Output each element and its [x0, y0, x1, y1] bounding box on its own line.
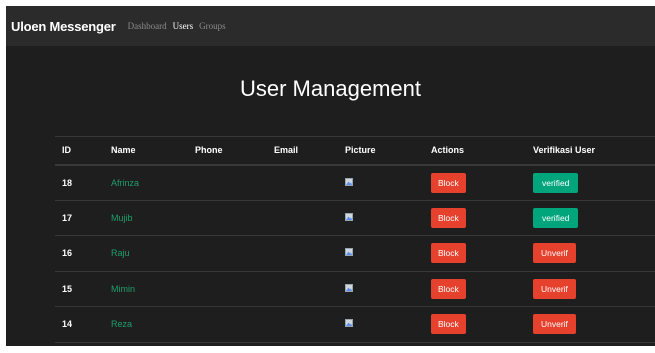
unverif-button[interactable]: Unverif	[533, 314, 576, 335]
brand-logo[interactable]: Uloen Messenger	[11, 19, 116, 34]
cell-email	[274, 236, 345, 272]
cell-id: 18	[62, 177, 73, 188]
cell-id: 14	[62, 319, 73, 330]
navbar: Uloen Messenger Dashboard Users Groups	[6, 6, 655, 46]
column-header-email: Email	[274, 145, 299, 156]
column-header-phone: Phone	[195, 145, 223, 156]
cell-id: 15	[62, 283, 73, 294]
broken-image-icon	[345, 212, 353, 221]
broken-image-icon	[345, 283, 353, 292]
table-row: 15 Mimin Block Unverif	[55, 271, 655, 307]
app-window: Uloen Messenger Dashboard Users Groups U…	[6, 6, 655, 346]
table-row: 17 Mujib Block verified	[55, 200, 655, 236]
table-row: 16 Raju Block Unverif	[55, 236, 655, 272]
user-name-link[interactable]: Mujib	[111, 213, 133, 223]
broken-image-icon	[345, 319, 353, 328]
users-table: ID Name Phone Email Picture Actions Veri…	[55, 136, 655, 343]
block-button[interactable]: Block	[431, 207, 466, 228]
block-button[interactable]: Block	[431, 314, 466, 335]
cell-id: 16	[62, 248, 73, 259]
column-header-name: Name	[111, 145, 136, 156]
broken-image-icon	[345, 248, 353, 257]
column-header-actions: Actions	[431, 145, 465, 156]
table-row: 14 Reza Block Unverif	[55, 307, 655, 343]
cell-phone	[195, 165, 274, 201]
verified-button[interactable]: verified	[533, 207, 579, 228]
cell-email	[274, 165, 345, 201]
unverif-button[interactable]: Unverif	[533, 278, 576, 299]
column-header-picture: Picture	[345, 145, 376, 156]
user-name-link[interactable]: Afrinza	[111, 178, 139, 188]
column-header-verifikasi: Verifikasi User	[533, 145, 596, 156]
nav-links: Dashboard Users Groups	[128, 21, 226, 31]
cell-email	[274, 200, 345, 236]
table-header-row: ID Name Phone Email Picture Actions Veri…	[55, 136, 655, 165]
table-row: 18 Afrinza Block verified	[55, 165, 655, 201]
block-button[interactable]: Block	[431, 278, 466, 299]
block-button[interactable]: Block	[431, 172, 466, 193]
cell-email	[274, 271, 345, 307]
user-name-link[interactable]: Mimin	[111, 284, 135, 294]
column-header-id: ID	[62, 145, 71, 156]
nav-link-users[interactable]: Users	[173, 21, 194, 31]
user-name-link[interactable]: Raju	[111, 248, 130, 258]
block-button[interactable]: Block	[431, 243, 466, 264]
cell-email	[274, 307, 345, 343]
cell-id: 17	[62, 212, 73, 223]
cell-phone	[195, 200, 274, 236]
broken-image-icon	[345, 177, 353, 186]
nav-link-dashboard[interactable]: Dashboard	[128, 21, 167, 31]
cell-phone	[195, 307, 274, 343]
nav-link-groups[interactable]: Groups	[199, 21, 226, 31]
user-name-link[interactable]: Reza	[111, 319, 132, 329]
page-title: User Management	[240, 76, 421, 101]
cell-phone	[195, 271, 274, 307]
cell-phone	[195, 236, 274, 272]
unverif-button[interactable]: Unverif	[533, 243, 576, 264]
verified-button[interactable]: verified	[533, 172, 579, 193]
